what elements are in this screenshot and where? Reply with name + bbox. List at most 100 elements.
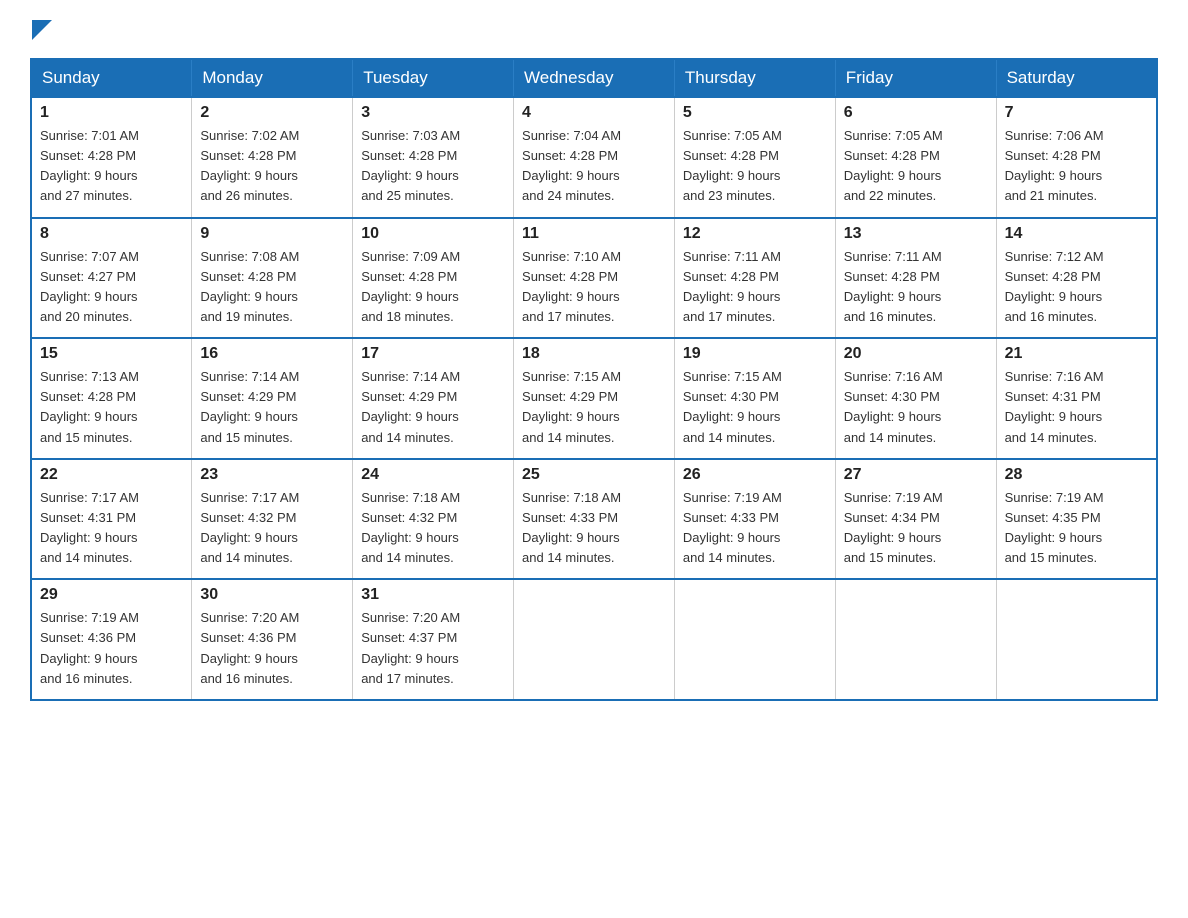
calendar-day-cell: 24 Sunrise: 7:18 AMSunset: 4:32 PMDayligh… [353, 459, 514, 580]
day-info: Sunrise: 7:15 AMSunset: 4:30 PMDaylight:… [683, 367, 827, 448]
day-number: 26 [683, 466, 827, 484]
day-number: 20 [844, 345, 988, 363]
day-number: 7 [1005, 104, 1148, 122]
calendar-day-cell: 9 Sunrise: 7:08 AMSunset: 4:28 PMDaylight… [192, 218, 353, 339]
day-info: Sunrise: 7:09 AMSunset: 4:28 PMDaylight:… [361, 247, 505, 328]
day-info: Sunrise: 7:04 AMSunset: 4:28 PMDaylight:… [522, 126, 666, 207]
day-info: Sunrise: 7:17 AMSunset: 4:31 PMDaylight:… [40, 488, 183, 569]
calendar-day-cell: 7 Sunrise: 7:06 AMSunset: 4:28 PMDaylight… [996, 97, 1157, 218]
day-info: Sunrise: 7:19 AMSunset: 4:36 PMDaylight:… [40, 608, 183, 689]
day-info: Sunrise: 7:11 AMSunset: 4:28 PMDaylight:… [683, 247, 827, 328]
day-number: 29 [40, 586, 183, 604]
weekday-header-sunday: Sunday [31, 59, 192, 97]
day-number: 3 [361, 104, 505, 122]
calendar-day-cell [996, 579, 1157, 700]
calendar-day-cell: 17 Sunrise: 7:14 AMSunset: 4:29 PMDayligh… [353, 338, 514, 459]
day-number: 10 [361, 225, 505, 243]
day-info: Sunrise: 7:19 AMSunset: 4:33 PMDaylight:… [683, 488, 827, 569]
day-info: Sunrise: 7:05 AMSunset: 4:28 PMDaylight:… [683, 126, 827, 207]
calendar-week-row: 29 Sunrise: 7:19 AMSunset: 4:36 PMDayligh… [31, 579, 1157, 700]
day-info: Sunrise: 7:14 AMSunset: 4:29 PMDaylight:… [200, 367, 344, 448]
day-info: Sunrise: 7:12 AMSunset: 4:28 PMDaylight:… [1005, 247, 1148, 328]
day-info: Sunrise: 7:11 AMSunset: 4:28 PMDaylight:… [844, 247, 988, 328]
day-number: 22 [40, 466, 183, 484]
calendar-day-cell: 12 Sunrise: 7:11 AMSunset: 4:28 PMDayligh… [674, 218, 835, 339]
day-number: 16 [200, 345, 344, 363]
calendar-day-cell: 16 Sunrise: 7:14 AMSunset: 4:29 PMDayligh… [192, 338, 353, 459]
day-info: Sunrise: 7:15 AMSunset: 4:29 PMDaylight:… [522, 367, 666, 448]
calendar-day-cell: 26 Sunrise: 7:19 AMSunset: 4:33 PMDayligh… [674, 459, 835, 580]
calendar-day-cell: 15 Sunrise: 7:13 AMSunset: 4:28 PMDayligh… [31, 338, 192, 459]
day-number: 4 [522, 104, 666, 122]
calendar-day-cell [835, 579, 996, 700]
calendar-day-cell: 4 Sunrise: 7:04 AMSunset: 4:28 PMDaylight… [514, 97, 675, 218]
calendar-table: SundayMondayTuesdayWednesdayThursdayFrid… [30, 58, 1158, 701]
calendar-day-cell: 20 Sunrise: 7:16 AMSunset: 4:30 PMDayligh… [835, 338, 996, 459]
day-info: Sunrise: 7:02 AMSunset: 4:28 PMDaylight:… [200, 126, 344, 207]
calendar-week-row: 8Sunrise: 7:07 AMSunset: 4:27 PMDaylight… [31, 218, 1157, 339]
calendar-day-cell: 19 Sunrise: 7:15 AMSunset: 4:30 PMDayligh… [674, 338, 835, 459]
day-number: 14 [1005, 225, 1148, 243]
calendar-day-cell: 27 Sunrise: 7:19 AMSunset: 4:34 PMDayligh… [835, 459, 996, 580]
day-number: 9 [200, 225, 344, 243]
day-info: Sunrise: 7:03 AMSunset: 4:28 PMDaylight:… [361, 126, 505, 207]
day-info: Sunrise: 7:01 AMSunset: 4:28 PMDaylight:… [40, 126, 183, 207]
weekday-header-thursday: Thursday [674, 59, 835, 97]
day-number: 27 [844, 466, 988, 484]
day-number: 30 [200, 586, 344, 604]
day-number: 5 [683, 104, 827, 122]
day-number: 19 [683, 345, 827, 363]
calendar-day-cell: 5 Sunrise: 7:05 AMSunset: 4:28 PMDaylight… [674, 97, 835, 218]
weekday-header-friday: Friday [835, 59, 996, 97]
day-info: Sunrise: 7:08 AMSunset: 4:28 PMDaylight:… [200, 247, 344, 328]
calendar-day-cell: 1Sunrise: 7:01 AMSunset: 4:28 PMDaylight… [31, 97, 192, 218]
day-info: Sunrise: 7:18 AMSunset: 4:32 PMDaylight:… [361, 488, 505, 569]
day-number: 15 [40, 345, 183, 363]
weekday-header-monday: Monday [192, 59, 353, 97]
calendar-week-row: 1Sunrise: 7:01 AMSunset: 4:28 PMDaylight… [31, 97, 1157, 218]
day-number: 23 [200, 466, 344, 484]
weekday-header-saturday: Saturday [996, 59, 1157, 97]
day-number: 13 [844, 225, 988, 243]
day-info: Sunrise: 7:20 AMSunset: 4:37 PMDaylight:… [361, 608, 505, 689]
day-info: Sunrise: 7:13 AMSunset: 4:28 PMDaylight:… [40, 367, 183, 448]
day-number: 18 [522, 345, 666, 363]
day-number: 31 [361, 586, 505, 604]
day-number: 2 [200, 104, 344, 122]
day-info: Sunrise: 7:05 AMSunset: 4:28 PMDaylight:… [844, 126, 988, 207]
weekday-header-row: SundayMondayTuesdayWednesdayThursdayFrid… [31, 59, 1157, 97]
calendar-day-cell [514, 579, 675, 700]
day-number: 12 [683, 225, 827, 243]
day-info: Sunrise: 7:19 AMSunset: 4:34 PMDaylight:… [844, 488, 988, 569]
calendar-day-cell: 28Sunrise: 7:19 AMSunset: 4:35 PMDayligh… [996, 459, 1157, 580]
logo [30, 28, 52, 40]
calendar-day-cell: 25 Sunrise: 7:18 AMSunset: 4:33 PMDayligh… [514, 459, 675, 580]
day-info: Sunrise: 7:17 AMSunset: 4:32 PMDaylight:… [200, 488, 344, 569]
day-info: Sunrise: 7:19 AMSunset: 4:35 PMDaylight:… [1005, 488, 1148, 569]
day-info: Sunrise: 7:16 AMSunset: 4:30 PMDaylight:… [844, 367, 988, 448]
day-info: Sunrise: 7:14 AMSunset: 4:29 PMDaylight:… [361, 367, 505, 448]
calendar-day-cell: 11Sunrise: 7:10 AMSunset: 4:28 PMDayligh… [514, 218, 675, 339]
day-number: 17 [361, 345, 505, 363]
day-number: 24 [361, 466, 505, 484]
page-header [30, 20, 1158, 40]
calendar-day-cell: 6 Sunrise: 7:05 AMSunset: 4:28 PMDaylight… [835, 97, 996, 218]
day-number: 21 [1005, 345, 1148, 363]
calendar-day-cell: 31 Sunrise: 7:20 AMSunset: 4:37 PMDayligh… [353, 579, 514, 700]
day-info: Sunrise: 7:10 AMSunset: 4:28 PMDaylight:… [522, 247, 666, 328]
calendar-day-cell: 2 Sunrise: 7:02 AMSunset: 4:28 PMDaylight… [192, 97, 353, 218]
calendar-day-cell: 13 Sunrise: 7:11 AMSunset: 4:28 PMDayligh… [835, 218, 996, 339]
day-info: Sunrise: 7:07 AMSunset: 4:27 PMDaylight:… [40, 247, 183, 328]
calendar-day-cell: 14 Sunrise: 7:12 AMSunset: 4:28 PMDayligh… [996, 218, 1157, 339]
day-info: Sunrise: 7:16 AMSunset: 4:31 PMDaylight:… [1005, 367, 1148, 448]
day-number: 6 [844, 104, 988, 122]
calendar-day-cell: 30 Sunrise: 7:20 AMSunset: 4:36 PMDayligh… [192, 579, 353, 700]
calendar-day-cell: 23 Sunrise: 7:17 AMSunset: 4:32 PMDayligh… [192, 459, 353, 580]
day-info: Sunrise: 7:18 AMSunset: 4:33 PMDaylight:… [522, 488, 666, 569]
calendar-week-row: 22 Sunrise: 7:17 AMSunset: 4:31 PMDayligh… [31, 459, 1157, 580]
day-info: Sunrise: 7:20 AMSunset: 4:36 PMDaylight:… [200, 608, 344, 689]
day-number: 25 [522, 466, 666, 484]
calendar-week-row: 15 Sunrise: 7:13 AMSunset: 4:28 PMDayligh… [31, 338, 1157, 459]
calendar-day-cell: 18 Sunrise: 7:15 AMSunset: 4:29 PMDayligh… [514, 338, 675, 459]
day-info: Sunrise: 7:06 AMSunset: 4:28 PMDaylight:… [1005, 126, 1148, 207]
